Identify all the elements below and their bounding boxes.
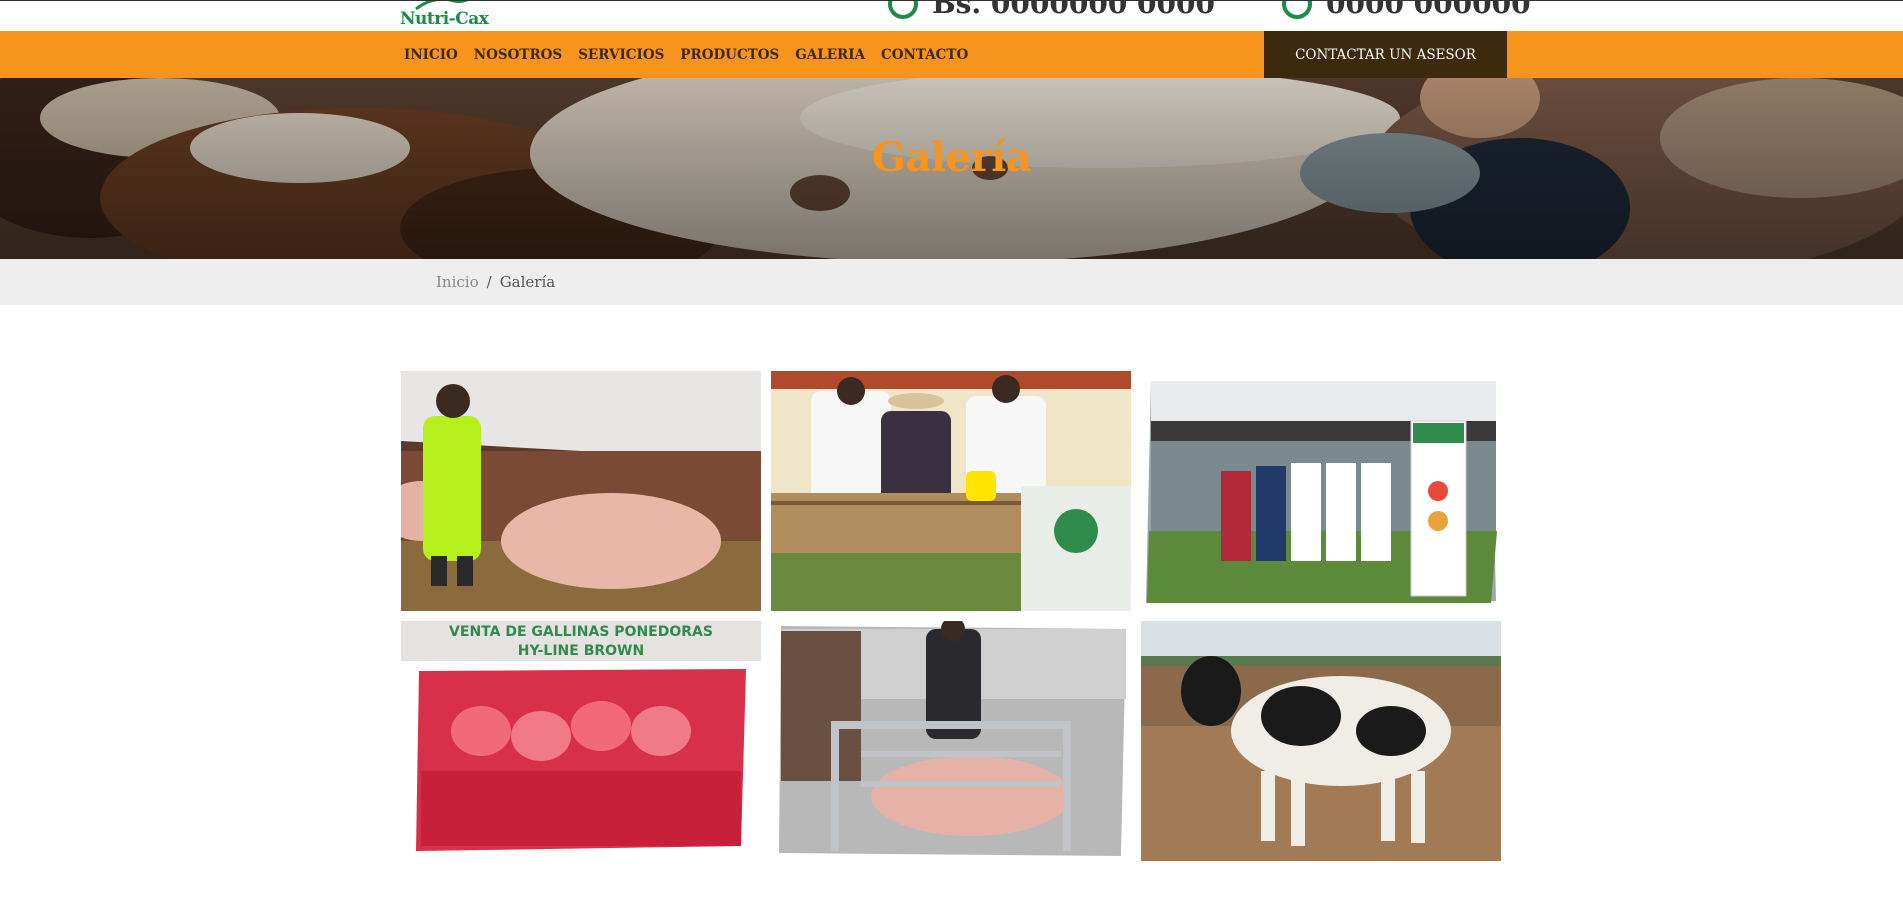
main-navbar: INICIO NOSOTROS SERVICIOS PRODUCTOS GALE… (0, 31, 1903, 78)
hens-poster-caption: VENTA DE GALLINAS PONEDORAS HY-LINE BROW… (401, 623, 761, 661)
contact-phone-2[interactable]: 0000 000000 (1282, 1, 1531, 20)
hero-banner: Galería (0, 78, 1903, 259)
whatsapp-icon (1282, 1, 1312, 19)
breadcrumb-home-link[interactable]: Inicio (436, 273, 479, 291)
contact-phone-2-text: 0000 000000 (1326, 1, 1531, 20)
gallery-photo-man-with-pigs (401, 371, 761, 611)
nav-item-productos[interactable]: PRODUCTOS (680, 47, 779, 63)
nav-item-nosotros[interactable]: NOSOTROS (474, 47, 562, 63)
hens-poster-line-2: HY-LINE BROWN (517, 643, 645, 659)
contact-phone-1[interactable]: Bs. 0000000 0000 (888, 1, 1215, 20)
nav-item-servicios[interactable]: SERVICIOS (578, 47, 664, 63)
logo[interactable]: Nutri-Cax (400, 1, 490, 29)
nav-item-inicio[interactable]: INICIO (404, 47, 458, 63)
gallery-photo-team-with-feed-sacks (771, 371, 1131, 611)
page-title: Galería (871, 134, 1032, 181)
nav-item-contacto[interactable]: CONTACTO (881, 47, 968, 63)
contact-advisor-button[interactable]: CONTACTAR UN ASESOR (1264, 31, 1507, 78)
gallery-item-man-with-pigs[interactable] (401, 371, 761, 611)
gallery-photo-man-with-pig-crate (771, 621, 1131, 861)
nav-list: INICIO NOSOTROS SERVICIOS PRODUCTOS GALE… (404, 31, 968, 78)
gallery-photo-group-with-banner (1141, 371, 1501, 611)
gallery-grid: VENTA DE GALLINAS PONEDORAS HY-LINE BROW… (401, 371, 1503, 862)
phone-icon (888, 1, 918, 19)
gallery-photo-holstein-bull (1141, 621, 1501, 861)
breadcrumb-separator: / (486, 273, 492, 291)
gallery-item-hens-poster[interactable]: VENTA DE GALLINAS PONEDORAS HY-LINE BROW… (401, 621, 761, 861)
breadcrumb: Inicio / Galería (0, 259, 1903, 305)
gallery-item-group-with-banner[interactable] (1141, 371, 1501, 611)
breadcrumb-inner: Inicio / Galería (436, 259, 555, 305)
gallery-item-holstein-bull[interactable] (1141, 621, 1501, 861)
top-header: Nutri-Cax Bs. 0000000 0000 0000 000000 (0, 1, 1903, 31)
nav-item-galeria[interactable]: GALERIA (795, 47, 865, 63)
contact-phone-1-text: Bs. 0000000 0000 (932, 1, 1215, 20)
hens-poster-line-1: VENTA DE GALLINAS PONEDORAS (449, 624, 713, 640)
breadcrumb-current: Galería (499, 273, 556, 291)
logo-text: Nutri-Cax (400, 9, 489, 29)
gallery-item-team-with-feed-sacks[interactable] (771, 371, 1131, 611)
gallery-item-man-with-pig-crate[interactable] (771, 621, 1131, 861)
